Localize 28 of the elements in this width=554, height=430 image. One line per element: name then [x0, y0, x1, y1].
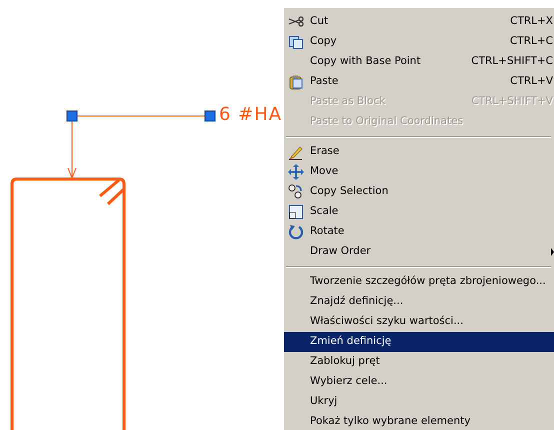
- arrow: [68, 120, 76, 180]
- paste-icon: [288, 74, 304, 90]
- menu-item[interactable]: Rotate: [284, 222, 554, 242]
- copy-selection-icon: [288, 184, 304, 200]
- menu-item[interactable]: Copy CTRL+C: [284, 32, 554, 52]
- menu-item[interactable]: Erase: [284, 142, 554, 162]
- menu-item[interactable]: Zablokuj pręt: [284, 352, 554, 372]
- menu-item[interactable]: Paste CTRL+V: [284, 72, 554, 92]
- rotate-icon: [288, 224, 304, 240]
- menu-item[interactable]: Zmień definicję: [284, 332, 554, 352]
- bar-label: 6 #HA: [219, 104, 282, 126]
- menu-item[interactable]: Cut CTRL+X: [284, 12, 554, 32]
- menu-item[interactable]: Wybierz cele...: [284, 372, 554, 392]
- menu-item[interactable]: Copy with Base Point CTRL+SHIFT+C: [284, 52, 554, 72]
- menu-item[interactable]: Właściwości szyku wartości...: [284, 312, 554, 332]
- menu-item[interactable]: Tworzenie szczegółów pręta zbrojeniowego...: [284, 272, 554, 292]
- menu-item[interactable]: Draw Order: [284, 242, 554, 262]
- menu-item[interactable]: Ukryj: [284, 392, 554, 412]
- grip-handle[interactable]: [66, 110, 78, 122]
- menu-item[interactable]: Move: [284, 162, 554, 182]
- menu-item[interactable]: Copy Selection: [284, 182, 554, 202]
- move-icon: [288, 164, 304, 180]
- menu-item[interactable]: Znajdź definicję...: [284, 292, 554, 312]
- menu-item[interactable]: Scale: [284, 202, 554, 222]
- grip-handle[interactable]: [204, 110, 216, 122]
- copy-icon: [288, 34, 304, 50]
- scale-icon: [288, 204, 304, 220]
- menu-item[interactable]: Pokaż tylko wybrane elementy: [284, 412, 554, 430]
